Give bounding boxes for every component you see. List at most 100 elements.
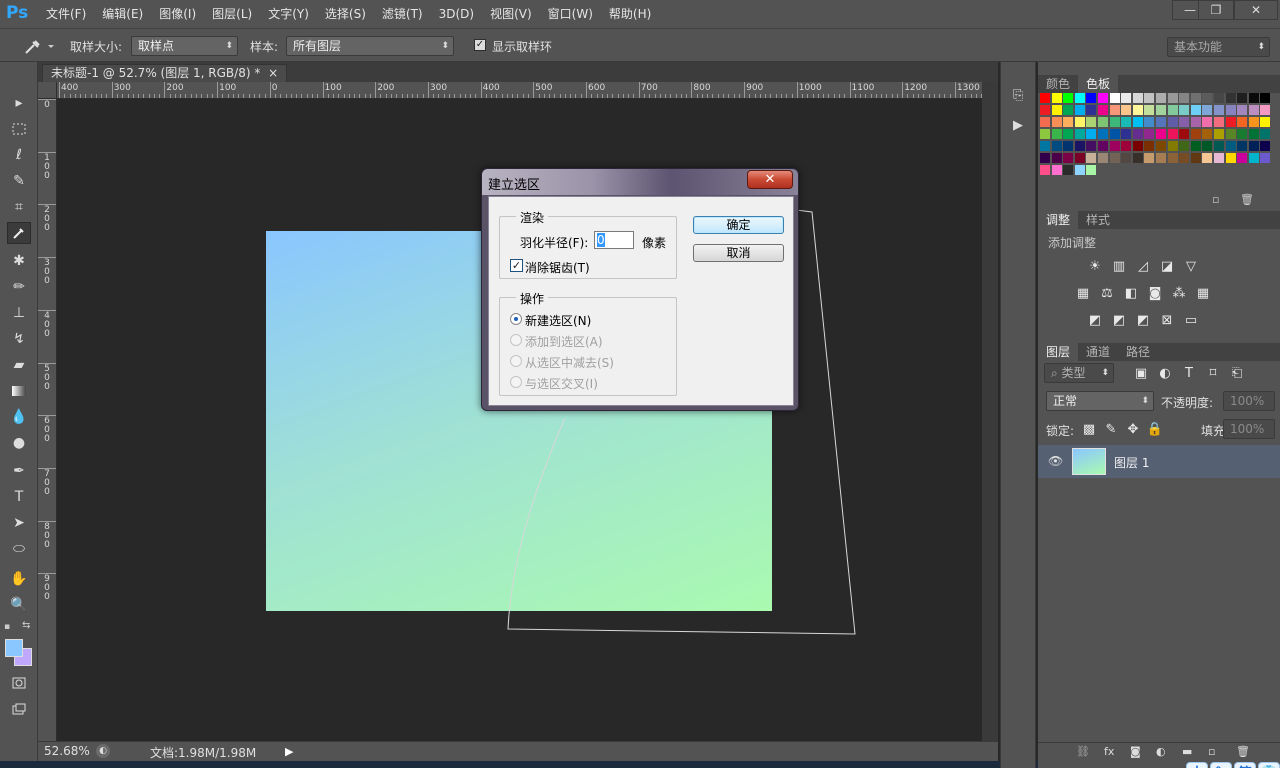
color-swatch[interactable]	[1098, 153, 1108, 163]
menu-item[interactable]: 3D(D)	[431, 0, 482, 28]
color-swatch[interactable]	[1086, 129, 1097, 139]
color-swatch[interactable]	[1225, 117, 1236, 127]
color-swatch[interactable]	[1202, 153, 1213, 163]
color-swatch[interactable]	[1202, 129, 1213, 139]
ime-punctuation-icon[interactable]: °,	[1210, 762, 1232, 768]
actions-panel-icon[interactable]: ▶	[1013, 118, 1023, 133]
lock-transparent-icon[interactable]: ▩	[1080, 421, 1098, 437]
color-swatch[interactable]	[1144, 141, 1155, 151]
ime-skin-icon[interactable]: 👕	[1258, 762, 1280, 768]
color-swatch[interactable]	[1190, 129, 1201, 139]
add-mask-icon[interactable]: ◙	[1130, 745, 1141, 758]
workspace-select[interactable]: 基本功能 ⬍	[1167, 37, 1270, 57]
antialias-checkbox[interactable]: ✓	[510, 259, 523, 272]
color-swatch[interactable]	[1074, 165, 1085, 175]
color-swatch[interactable]	[1156, 129, 1166, 139]
layer-name[interactable]: 图层 1	[1114, 454, 1149, 471]
color-swatch[interactable]	[1109, 129, 1120, 139]
feather-radius-input[interactable]: 0	[594, 231, 634, 249]
color-swatch[interactable]	[1156, 105, 1166, 115]
fx-icon[interactable]: fx	[1104, 745, 1114, 758]
dialog-titlebar[interactable]: 建立选区 ✕	[482, 169, 798, 195]
sample-size-select[interactable]: 取样点 ⬍	[131, 36, 238, 56]
color-swatch[interactable]	[1214, 105, 1224, 115]
filter-pixel-icon[interactable]: ▣	[1132, 365, 1150, 381]
shape-tool[interactable]: ⬭	[7, 538, 31, 560]
type-tool[interactable]: T	[7, 486, 31, 508]
color-swatch[interactable]	[1248, 105, 1259, 115]
color-swatch[interactable]	[1132, 93, 1143, 103]
swap-colors-icon[interactable]: ⇆	[22, 620, 30, 631]
color-swatch[interactable]	[1237, 93, 1248, 103]
blend-mode-select[interactable]: 正常 ⬍	[1046, 391, 1154, 411]
lasso-tool[interactable]: ℓ	[7, 144, 31, 166]
color-swatch[interactable]	[1167, 141, 1178, 151]
document-tab[interactable]: 未标题-1 @ 52.7% (图层 1, RGB/8) * ×	[42, 64, 288, 82]
color-swatch[interactable]	[1214, 93, 1224, 103]
color-swatch[interactable]	[1202, 141, 1213, 151]
exposure-icon[interactable]: ◪	[1158, 258, 1176, 274]
color-swatch[interactable]	[1248, 129, 1259, 139]
color-swatch[interactable]	[1051, 93, 1062, 103]
sample-select[interactable]: 所有图层 ⬍	[286, 36, 454, 56]
color-swatch[interactable]	[1202, 93, 1213, 103]
photo-filter-icon[interactable]: ◙	[1146, 285, 1164, 301]
posterize-icon[interactable]: ◩	[1110, 312, 1128, 328]
vibrance-icon[interactable]: ▽	[1182, 258, 1200, 274]
restore-button[interactable]: ❐	[1198, 0, 1234, 20]
color-swatch[interactable]	[1260, 153, 1271, 163]
color-swatch[interactable]	[1051, 141, 1062, 151]
marquee-tool[interactable]	[7, 118, 31, 140]
tab-channels[interactable]: 通道	[1078, 343, 1118, 361]
color-swatch[interactable]	[1051, 153, 1062, 163]
color-swatch[interactable]	[1051, 105, 1062, 115]
color-swatch[interactable]	[1040, 165, 1050, 175]
zoom-tool[interactable]: 🔍	[7, 594, 31, 616]
color-swatch[interactable]	[1214, 141, 1224, 151]
color-swatch[interactable]	[1086, 93, 1097, 103]
show-ring-checkbox[interactable]: ✓	[474, 39, 486, 51]
link-layers-icon[interactable]: ⛓	[1076, 745, 1090, 758]
color-swatch[interactable]	[1179, 141, 1190, 151]
quick-selection-tool[interactable]: ✎	[7, 170, 31, 192]
tool-preset-picker[interactable]	[20, 36, 54, 56]
color-swatch[interactable]	[1144, 105, 1155, 115]
color-swatch[interactable]	[1132, 153, 1143, 163]
color-swatch[interactable]	[1179, 93, 1190, 103]
menu-item[interactable]: 文件(F)	[38, 0, 94, 28]
color-swatch[interactable]	[1225, 129, 1236, 139]
eraser-tool[interactable]: ▰	[7, 354, 31, 376]
radio-subtract-selection[interactable]	[510, 355, 522, 367]
dialog-close-button[interactable]: ✕	[747, 170, 793, 189]
new-group-icon[interactable]: ▬	[1182, 745, 1192, 758]
layer-row[interactable]: 👁 图层 1	[1038, 445, 1280, 478]
color-swatch[interactable]	[1190, 93, 1201, 103]
menu-item[interactable]: 窗口(W)	[540, 0, 601, 28]
lock-move-icon[interactable]: ✥	[1124, 421, 1142, 437]
color-swatch[interactable]	[1132, 141, 1143, 151]
history-panel-icon[interactable]: ⎘	[1013, 88, 1023, 103]
brightness-icon[interactable]: ☀	[1086, 258, 1104, 274]
color-swatch[interactable]	[1190, 153, 1201, 163]
horizontal-ruler[interactable]: 400 300 200 100 0 100 200 300 400 500 600 700 800 900…	[57, 82, 982, 99]
new-layer-icon[interactable]: ▫	[1208, 745, 1215, 758]
history-brush-tool[interactable]: ↯	[7, 328, 31, 350]
ime-chinese-icon[interactable]: 中	[1186, 762, 1208, 768]
color-swatch[interactable]	[1225, 93, 1236, 103]
trash-icon[interactable]: 🗑	[1240, 193, 1254, 206]
new-swatch-icon[interactable]: ▫	[1212, 193, 1219, 206]
color-swatch[interactable]	[1248, 153, 1259, 163]
color-swatch[interactable]	[1260, 105, 1271, 115]
hand-tool[interactable]: ✋	[7, 568, 31, 590]
color-swatch[interactable]	[1179, 129, 1190, 139]
radio-add-selection[interactable]	[510, 334, 522, 346]
color-swatch[interactable]	[1086, 141, 1097, 151]
clone-stamp-tool[interactable]: ⊥	[7, 302, 31, 324]
visibility-eye-icon[interactable]: 👁	[1048, 454, 1063, 468]
new-adjustment-icon[interactable]: ◐	[1156, 745, 1166, 758]
color-swatch[interactable]	[1248, 141, 1259, 151]
delete-layer-icon[interactable]: 🗑	[1236, 745, 1250, 758]
color-swatch[interactable]	[1156, 141, 1166, 151]
color-swatch[interactable]	[1074, 117, 1085, 127]
fill-input[interactable]: 100%	[1223, 419, 1275, 439]
